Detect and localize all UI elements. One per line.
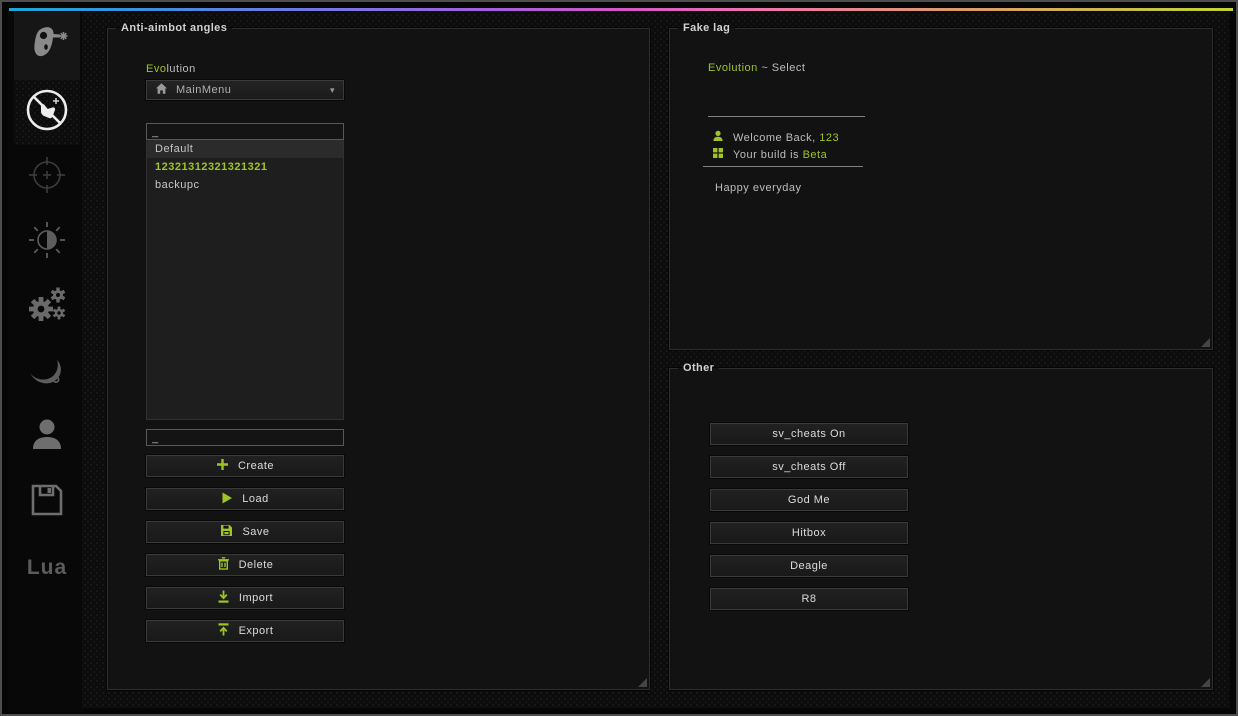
fakelag-header: Evolution ~ Select (708, 62, 805, 74)
sidebar-item-players[interactable] (14, 405, 80, 470)
import-button[interactable]: Import (146, 587, 344, 609)
antiaim-no-hand-icon (23, 86, 71, 139)
legitbot-crosshair-icon (26, 154, 68, 201)
cheat-menu-window: Lua Anti-aimbot angles Evolution MainMen… (0, 0, 1238, 716)
god-me-button[interactable]: God Me (710, 489, 908, 511)
welcome-row: Welcome Back, 123 (712, 130, 839, 145)
chevron-down-icon: ▾ (330, 85, 335, 96)
import-arrow-icon (217, 590, 230, 606)
config-filter-input[interactable] (146, 123, 344, 140)
fakelag-panel-title: Fake lag (678, 22, 735, 34)
resize-grip[interactable] (1201, 678, 1210, 687)
export-button[interactable]: Export (146, 620, 344, 642)
other-panel-title: Other (678, 362, 719, 374)
config-save-icon (26, 479, 68, 526)
menu-dropdown[interactable]: MainMenu ▾ (146, 80, 344, 100)
evolution-label: Evolution (146, 63, 196, 75)
config-list-item-default[interactable]: Default (147, 140, 343, 158)
sidebar-item-legitbot[interactable] (14, 145, 80, 210)
sidebar-item-misc[interactable] (14, 275, 80, 340)
play-icon (221, 492, 233, 507)
sidebar-item-visuals[interactable] (14, 210, 80, 275)
new-config-name-input[interactable] (146, 429, 344, 446)
happy-message: Happy everyday (715, 182, 802, 194)
build-grid-icon (712, 147, 724, 162)
config-list-item-selected[interactable]: 12321312321321321 (147, 158, 343, 176)
ragebot-head-icon (26, 23, 68, 70)
menu-dropdown-value: MainMenu (176, 84, 231, 96)
sv-cheats-on-button[interactable]: sv_cheats On (710, 423, 908, 445)
sidebar-item-ragebot[interactable] (14, 12, 80, 80)
trash-icon (217, 557, 230, 573)
sidebar: Lua (8, 12, 82, 712)
visuals-sun-icon (25, 218, 69, 267)
plus-icon (216, 458, 229, 474)
divider-line (708, 116, 865, 117)
sidebar-item-config[interactable] (14, 470, 80, 535)
skins-knife-icon (24, 347, 70, 398)
home-icon (155, 82, 168, 98)
lua-tab-label: Lua (27, 556, 67, 580)
welcome-text: Welcome Back, 123 (733, 132, 839, 144)
sidebar-item-skins[interactable] (14, 340, 80, 405)
antiaim-angles-panel: Anti-aimbot angles Evolution MainMenu ▾ … (107, 22, 650, 690)
load-button[interactable]: Load (146, 488, 344, 510)
antiaim-panel-title: Anti-aimbot angles (116, 22, 232, 34)
divider-line (703, 166, 863, 167)
other-panel: Other sv_cheats On sv_cheats Off God Me … (669, 362, 1213, 690)
sidebar-item-antiaim[interactable] (14, 80, 80, 145)
create-button[interactable]: Create (146, 455, 344, 477)
sidebar-item-lua[interactable]: Lua (14, 535, 80, 600)
export-arrow-icon (217, 623, 230, 639)
floppy-icon (220, 524, 233, 540)
resize-grip[interactable] (638, 678, 647, 687)
config-list[interactable]: Default 12321312321321321 backupc (146, 140, 344, 420)
rainbow-accent-bar (9, 8, 1233, 11)
fakelag-panel: Fake lag Evolution ~ Select Welcome Back… (669, 22, 1213, 350)
misc-gears-icon (24, 282, 70, 333)
hitbox-button[interactable]: Hitbox (710, 522, 908, 544)
r8-button[interactable]: R8 (710, 588, 908, 610)
resize-grip[interactable] (1201, 338, 1210, 347)
build-row: Your build is Beta (712, 147, 827, 162)
delete-button[interactable]: Delete (146, 554, 344, 576)
sv-cheats-off-button[interactable]: sv_cheats Off (710, 456, 908, 478)
config-list-item-backupc[interactable]: backupc (147, 176, 343, 194)
build-text: Your build is Beta (733, 149, 827, 161)
save-button[interactable]: Save (146, 521, 344, 543)
players-person-icon (26, 414, 68, 461)
user-person-icon (712, 130, 724, 145)
deagle-button[interactable]: Deagle (710, 555, 908, 577)
